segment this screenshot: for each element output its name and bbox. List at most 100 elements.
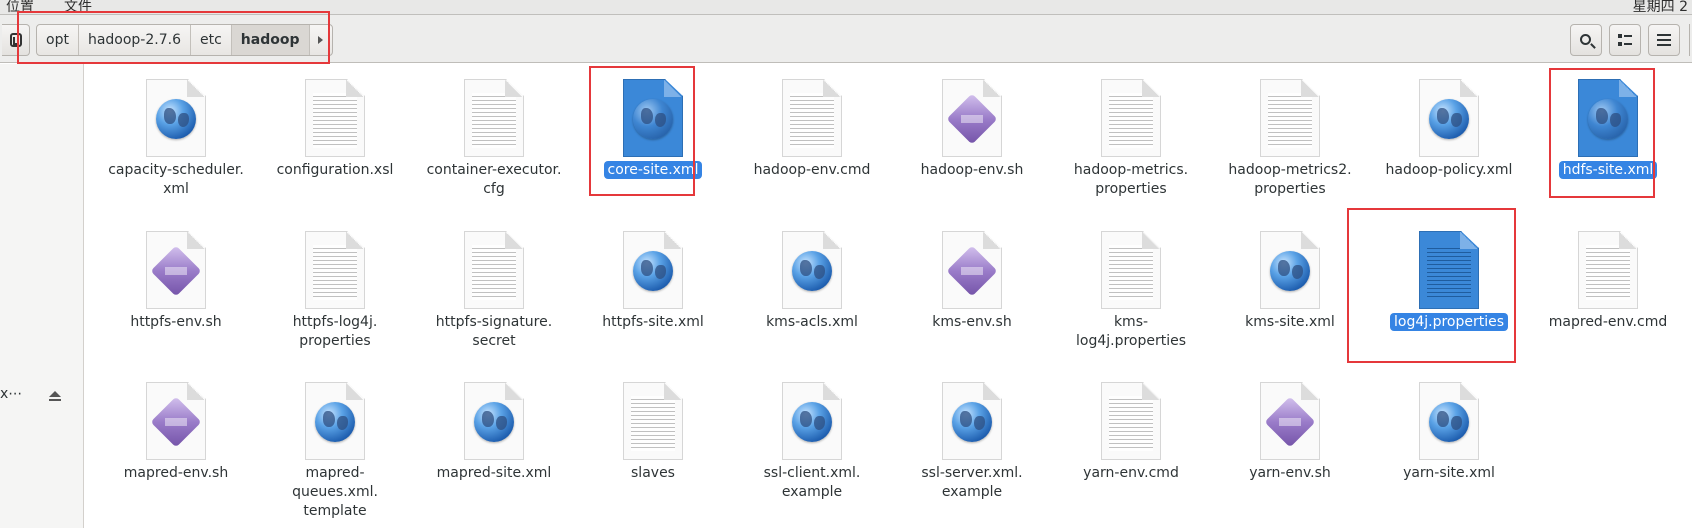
search-icon: [1579, 33, 1591, 45]
file-item[interactable]: mapred-env.sh: [101, 372, 251, 483]
file-item[interactable]: httpfs-site.xml: [578, 221, 728, 332]
file-item[interactable]: mapred-queues.xml. template: [260, 372, 410, 521]
script-file-icon: [942, 221, 1002, 309]
file-item[interactable]: kms-env.sh: [897, 221, 1047, 332]
file-name-label: capacity-scheduler. xml: [101, 161, 251, 199]
file-name-text: hadoop-metrics2. properties: [1228, 162, 1352, 197]
file-item[interactable]: httpfs-log4j. properties: [260, 221, 410, 351]
file-item[interactable]: hadoop-metrics. properties: [1056, 69, 1206, 199]
file-name-label: kms-site.xml: [1215, 313, 1365, 332]
text-file-icon: [305, 69, 365, 157]
file-item[interactable]: slaves: [578, 372, 728, 483]
clock[interactable]: 星期四 2: [1633, 0, 1688, 14]
search-button[interactable]: [1570, 24, 1602, 56]
file-name-text: kms-site.xml: [1245, 314, 1335, 330]
file-item[interactable]: kms-site.xml: [1215, 221, 1365, 332]
file-name-text: container-executor. cfg: [426, 162, 562, 197]
text-file-icon: [305, 221, 365, 309]
file-name-label: hadoop-env.cmd: [737, 161, 887, 180]
list-view-icon: [1618, 34, 1632, 46]
file-name-text: hadoop-metrics. properties: [1073, 162, 1189, 197]
file-name-label: kms-log4j.properties: [1056, 313, 1206, 351]
script-file-icon: [942, 69, 1002, 157]
sidebar: x⋯: [0, 64, 84, 528]
file-name-label: httpfs-signature. secret: [419, 313, 569, 351]
annotation-box-log4j: [1347, 208, 1516, 363]
xml-file-icon: [464, 372, 524, 460]
file-item[interactable]: mapred-env.cmd: [1533, 221, 1683, 332]
file-item[interactable]: hadoop-metrics2. properties: [1215, 69, 1365, 199]
file-name-text: configuration.xsl: [276, 162, 394, 178]
xml-file-icon: [1419, 372, 1479, 460]
text-file-icon: [1578, 221, 1638, 309]
file-name-text: hadoop-env.cmd: [753, 162, 871, 178]
hamburger-menu-icon: [1657, 34, 1671, 46]
text-file-icon: [623, 372, 683, 460]
file-name-text: capacity-scheduler. xml: [108, 162, 244, 197]
file-name-label: configuration.xsl: [260, 161, 410, 180]
file-name-label: container-executor. cfg: [419, 161, 569, 199]
file-item[interactable]: httpfs-signature. secret: [419, 221, 569, 351]
script-file-icon: [1260, 372, 1320, 460]
file-item[interactable]: kms-acls.xml: [737, 221, 887, 332]
file-name-label: mapred-env.sh: [101, 464, 251, 483]
file-name-label: ssl-client.xml. example: [737, 464, 887, 502]
file-item[interactable]: ssl-server.xml. example: [897, 372, 1047, 502]
file-item[interactable]: hadoop-policy.xml: [1374, 69, 1524, 180]
file-name-label: hadoop-policy.xml: [1374, 161, 1524, 180]
file-item[interactable]: container-executor. cfg: [419, 69, 569, 199]
file-name-text: yarn-env.cmd: [1083, 465, 1179, 481]
xml-file-icon: [782, 221, 842, 309]
file-name-text: yarn-site.xml: [1403, 465, 1495, 481]
file-name-label: mapred-env.cmd: [1533, 313, 1683, 332]
file-name-label: yarn-env.cmd: [1056, 464, 1206, 483]
file-name-text: kms-env.sh: [932, 314, 1012, 330]
file-item[interactable]: ssl-client.xml. example: [737, 372, 887, 502]
file-item[interactable]: hadoop-env.sh: [897, 69, 1047, 180]
xml-file-icon: [942, 372, 1002, 460]
annotation-box-pathbar: [17, 11, 330, 64]
file-name-label: ssl-server.xml. example: [897, 464, 1047, 502]
xml-file-icon: [782, 372, 842, 460]
file-item[interactable]: hadoop-env.cmd: [737, 69, 887, 180]
file-item[interactable]: yarn-site.xml: [1374, 372, 1524, 483]
text-file-icon: [1101, 221, 1161, 309]
annotation-box-hdfs-site: [1549, 68, 1655, 198]
file-item[interactable]: yarn-env.cmd: [1056, 372, 1206, 483]
eject-icon[interactable]: [48, 391, 62, 403]
text-file-icon: [1101, 69, 1161, 157]
annotation-box-core-site: [589, 66, 695, 196]
file-name-text: hadoop-policy.xml: [1385, 162, 1513, 178]
file-name-label: mapred-site.xml: [419, 464, 569, 483]
file-item[interactable]: configuration.xsl: [260, 69, 410, 180]
file-item[interactable]: httpfs-env.sh: [101, 221, 251, 332]
file-name-label: httpfs-log4j. properties: [260, 313, 410, 351]
view-mode-button[interactable]: [1609, 24, 1641, 56]
file-name-label: slaves: [578, 464, 728, 483]
xml-file-icon: [1419, 69, 1479, 157]
file-name-text: kms-log4j.properties: [1075, 314, 1187, 349]
menu-button[interactable]: [1648, 24, 1680, 56]
text-file-icon: [1101, 372, 1161, 460]
file-name-label: yarn-env.sh: [1215, 464, 1365, 483]
file-name-label: hadoop-metrics2. properties: [1215, 161, 1365, 199]
file-item[interactable]: capacity-scheduler. xml: [101, 69, 251, 199]
file-name-text: mapred-queues.xml. template: [292, 465, 378, 519]
file-name-label: mapred-queues.xml. template: [260, 464, 410, 521]
file-name-label: hadoop-metrics. properties: [1056, 161, 1206, 199]
file-name-label: yarn-site.xml: [1374, 464, 1524, 483]
text-file-icon: [782, 69, 842, 157]
file-item[interactable]: kms-log4j.properties: [1056, 221, 1206, 351]
file-item[interactable]: mapred-site.xml: [419, 372, 569, 483]
sidebar-item-device[interactable]: x⋯: [0, 386, 22, 402]
script-file-icon: [146, 372, 206, 460]
file-name-text: ssl-server.xml. example: [921, 465, 1023, 500]
file-name-label: kms-env.sh: [897, 313, 1047, 332]
file-name-text: mapred-env.sh: [123, 465, 229, 481]
file-name-text: httpfs-log4j. properties: [292, 314, 378, 349]
file-name-text: mapred-env.cmd: [1548, 314, 1668, 330]
text-file-icon: [464, 221, 524, 309]
file-name-label: kms-acls.xml: [737, 313, 887, 332]
file-name-text: ssl-client.xml. example: [763, 465, 861, 500]
file-item[interactable]: yarn-env.sh: [1215, 372, 1365, 483]
